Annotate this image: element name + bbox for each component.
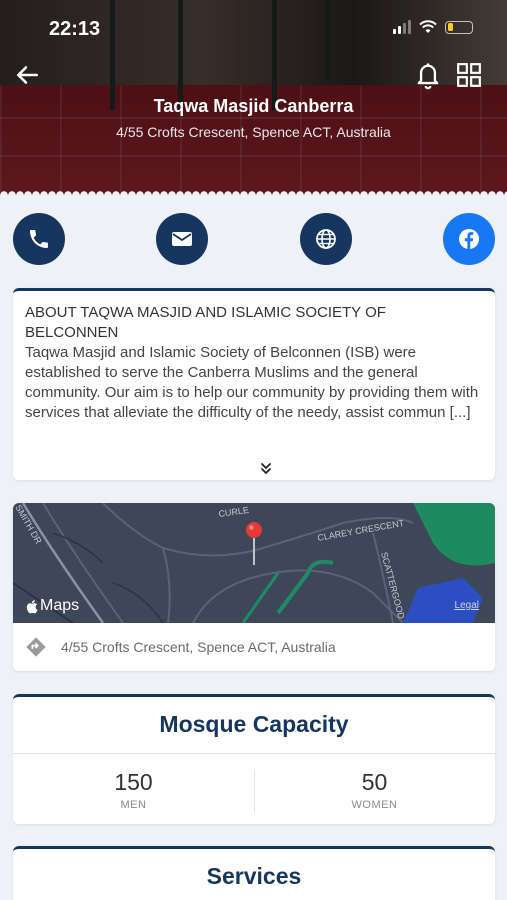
street-label: SCATTERGOOD (379, 551, 407, 621)
grid-icon[interactable] (456, 62, 482, 88)
apple-maps-logo: Maps (25, 597, 79, 615)
street-label: CLAREY CRESCENT (317, 518, 406, 543)
map-view[interactable]: CURLE CLAREY CRESCENT SCATTERGOOD SMITH … (13, 503, 495, 623)
map-card: CURLE CLAREY CRESCENT SCATTERGOOD SMITH … (13, 503, 495, 671)
capacity-title: Mosque Capacity (159, 711, 349, 737)
about-heading: ABOUT TAQWA MASJID AND ISLAMIC SOCIETY O… (25, 304, 386, 341)
street-label: SMITH DR (13, 503, 44, 546)
signal-icon (393, 20, 411, 34)
capacity-card: Mosque Capacity 150 MEN 50 WOMEN (13, 694, 495, 824)
men-label: MEN (120, 799, 147, 811)
email-button[interactable] (156, 213, 208, 265)
directions-icon (26, 637, 46, 657)
page-title: Taqwa Masjid Canberra (153, 96, 354, 116)
wifi-icon (419, 20, 437, 33)
directions-row[interactable]: 4/55 Crofts Crescent, Spence ACT, Austra… (13, 623, 495, 671)
apple-logo-icon (26, 599, 38, 613)
men-capacity: 150 MEN (13, 769, 254, 811)
women-label: WOMEN (351, 799, 398, 811)
battery-icon (445, 20, 473, 34)
divider (13, 753, 495, 754)
men-count: 150 (114, 769, 153, 795)
map-legal-link[interactable]: Legal (455, 600, 479, 611)
services-card: Services (13, 846, 495, 900)
facebook-button[interactable] (443, 213, 495, 265)
website-button[interactable] (300, 213, 352, 265)
expand-chevron-icon[interactable] (259, 462, 273, 476)
mail-icon (172, 232, 192, 246)
maps-logo-text: Maps (40, 597, 80, 614)
services-title: Services (206, 863, 302, 889)
about-card: ABOUT TAQWA MASJID AND ISLAMIC SOCIETY O… (13, 288, 495, 480)
women-count: 50 (361, 769, 388, 795)
about-body: Taqwa Masjid and Islamic Society of Belc… (25, 344, 479, 421)
phone-icon (30, 230, 48, 248)
map-address: 4/55 Crofts Crescent, Spence ACT, Austra… (61, 639, 336, 655)
street-label: CURLE (218, 505, 250, 519)
status-time: 22:13 (49, 18, 101, 40)
map-pin-icon[interactable] (245, 521, 263, 567)
bell-icon[interactable] (414, 60, 442, 90)
status-icons (393, 20, 473, 34)
globe-icon (316, 229, 336, 249)
call-button[interactable] (13, 213, 65, 265)
header-address: 4/55 Crofts Crescent, Spence ACT, Austra… (116, 124, 391, 140)
facebook-icon (459, 229, 479, 249)
back-arrow-icon[interactable] (14, 62, 40, 88)
women-capacity: 50 WOMEN (254, 769, 495, 811)
